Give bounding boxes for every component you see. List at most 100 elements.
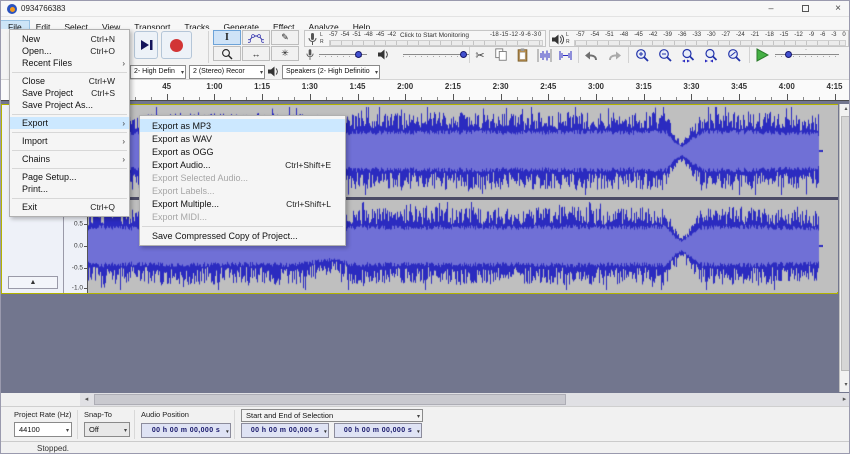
monitoring-hint[interactable]: Click to Start Monitoring (400, 32, 469, 39)
close-button[interactable]: × (823, 1, 850, 17)
recording-device-select[interactable]: 2 (Stereo) Recor ▾ (189, 65, 265, 79)
menu-item-label: Save Project As... (22, 100, 93, 110)
silence-audio-button[interactable] (556, 47, 574, 63)
menu-item-export-multiple[interactable]: Export Multiple...Ctrl+Shift+L (140, 197, 345, 210)
recording-volume-slider[interactable] (319, 54, 367, 55)
copy-button[interactable] (492, 47, 510, 63)
recording-volume-thumb[interactable] (355, 51, 362, 58)
recording-meter[interactable]: L R -57-54-51-48-45-42 Click to Start Mo… (304, 30, 546, 47)
multi-tool-button[interactable]: ✳ (271, 46, 299, 61)
scroll-down-arrow[interactable]: ▾ (840, 380, 850, 391)
playback-device-select[interactable]: Speakers (2- High Definitio ▾ (282, 65, 380, 79)
meter-tick-label: -42 (387, 32, 396, 38)
playback-meter[interactable]: L R -57-54-51-48-45-42-39-36-33-30-27-24… (549, 30, 849, 47)
play-at-speed-button[interactable] (753, 47, 771, 63)
ruler-minor-tick (373, 97, 374, 100)
ruler-label-2-15: 2:15 (445, 82, 461, 91)
audio-position-field[interactable]: 00 h 00 m 00,000 s ▾ (141, 423, 231, 438)
selection-mode-select[interactable]: Start and End of Selection ▾ (241, 409, 423, 422)
record-button[interactable] (161, 31, 192, 59)
zoom-in-button[interactable] (634, 47, 652, 63)
menu-item-shortcut: Ctrl+Shift+L (286, 199, 331, 209)
ruler-minor-tick (326, 97, 327, 100)
menu-item-page-setup[interactable]: Page Setup... (10, 171, 129, 183)
playback-volume-thumb[interactable] (460, 51, 467, 58)
menu-item-export[interactable]: Export› (10, 117, 129, 129)
selection-tool-button[interactable]: I (213, 30, 241, 45)
menu-item-open[interactable]: Open...Ctrl+O (10, 45, 129, 57)
vertical-scrollbar[interactable]: ▴ ▾ (839, 104, 850, 392)
menu-item-close[interactable]: CloseCtrl+W (10, 75, 129, 87)
zoom-tool-button[interactable] (213, 46, 241, 61)
zoom-selection-icon (681, 48, 697, 63)
zoom-toggle-button[interactable] (726, 47, 744, 63)
scale-label: 0.0 (74, 243, 83, 250)
ruler-label-1-00: 1:00 (206, 82, 222, 91)
paste-button[interactable] (513, 47, 531, 63)
audio-host-select[interactable]: 2- High Defin ▾ (130, 65, 186, 79)
draw-tool-button[interactable]: ✎ (271, 30, 299, 45)
menu-item-save-project[interactable]: Save ProjectCtrl+S (10, 87, 129, 99)
menu-item-export-as-mp3[interactable]: Export as MP3 (140, 119, 345, 132)
horizontal-scrollbar[interactable]: ◂ ▸ (80, 393, 850, 406)
track-collapse-button[interactable]: ▲ (8, 276, 58, 289)
redo-button[interactable] (605, 47, 623, 63)
zoom-fit-button[interactable] (703, 47, 721, 63)
menu-item-new[interactable]: NewCtrl+N (10, 33, 129, 45)
snap-to-select[interactable]: Off ▾ (84, 422, 130, 437)
menu-item-export-as-wav[interactable]: Export as WAV (140, 132, 345, 145)
scroll-up-arrow[interactable]: ▴ (840, 104, 850, 115)
zoom-selection-button[interactable] (680, 47, 698, 63)
menu-item-import[interactable]: Import› (10, 135, 129, 147)
meter-right-label: R (566, 40, 570, 45)
recording-device-value: 2 (Stereo) Recor (193, 68, 245, 75)
menu-item-export-as-ogg[interactable]: Export as OGG (140, 145, 345, 158)
menu-item-print[interactable]: Print... (10, 183, 129, 195)
ruler-minor-tick (199, 97, 200, 100)
menu-item-exit[interactable]: ExitCtrl+Q (10, 201, 129, 213)
horizontal-scroll-thumb[interactable] (94, 394, 566, 405)
ruler-major-tick (310, 94, 311, 100)
playback-volume-slider[interactable] (403, 54, 469, 55)
cut-button[interactable]: ✂ (471, 47, 489, 63)
ruler-major-tick (548, 94, 549, 100)
maximize-button[interactable] (790, 1, 820, 17)
minimize-button[interactable]: – (756, 1, 786, 17)
time-shift-tool-button[interactable]: ↔ (242, 46, 270, 61)
project-rate-select[interactable]: 44100 ▾ (14, 422, 72, 437)
paste-icon (516, 48, 529, 62)
chevron-down-icon: ▾ (260, 67, 263, 79)
menu-item-label: Exit (22, 202, 37, 212)
menu-item-label: Export (22, 118, 48, 128)
ruler-major-tick (835, 94, 836, 100)
vertical-scroll-thumb[interactable] (841, 116, 850, 371)
play-speed-slider[interactable]: · (775, 54, 839, 55)
meter-tick-label: -6 (525, 32, 530, 38)
menu-item-save-compressed-copy-of-project[interactable]: Save Compressed Copy of Project... (140, 229, 345, 242)
meter-tick-label: -9 (809, 32, 814, 38)
play-speed-thumb[interactable] (785, 51, 792, 58)
meter-tick-label: -3 (532, 32, 537, 38)
zoom-out-button[interactable] (657, 47, 675, 63)
meter-tick-label: -42 (649, 32, 658, 38)
menu-item-recent-files[interactable]: Recent Files› (10, 57, 129, 69)
envelope-tool-button[interactable] (242, 30, 270, 45)
menu-item-save-project-as[interactable]: Save Project As... (10, 99, 129, 111)
scroll-left-arrow[interactable]: ◂ (80, 393, 93, 406)
meter-right-label: R (320, 40, 324, 45)
selection-start-field[interactable]: 00 h 00 m 00,000 s ▾ (241, 423, 329, 438)
selection-end-field[interactable]: 00 h 00 m 00,000 s ▾ (334, 423, 422, 438)
undo-icon (584, 49, 599, 61)
ruler-minor-tick (723, 97, 724, 100)
menu-item-export-audio[interactable]: Export Audio...Ctrl+Shift+E (140, 158, 345, 171)
skip-to-end-button[interactable] (134, 31, 158, 59)
scroll-right-arrow[interactable]: ▸ (838, 393, 850, 406)
meter-tick-label: -39 (663, 32, 672, 38)
menu-item-chains[interactable]: Chains› (10, 153, 129, 165)
ruler-minor-tick (803, 97, 804, 100)
audio-position-value: 00 h 00 m 00,000 s (152, 427, 220, 434)
ruler-minor-tick (819, 97, 820, 100)
collapse-icon: ▲ (30, 279, 37, 286)
undo-button[interactable] (582, 47, 600, 63)
trim-audio-button[interactable] (535, 47, 553, 63)
